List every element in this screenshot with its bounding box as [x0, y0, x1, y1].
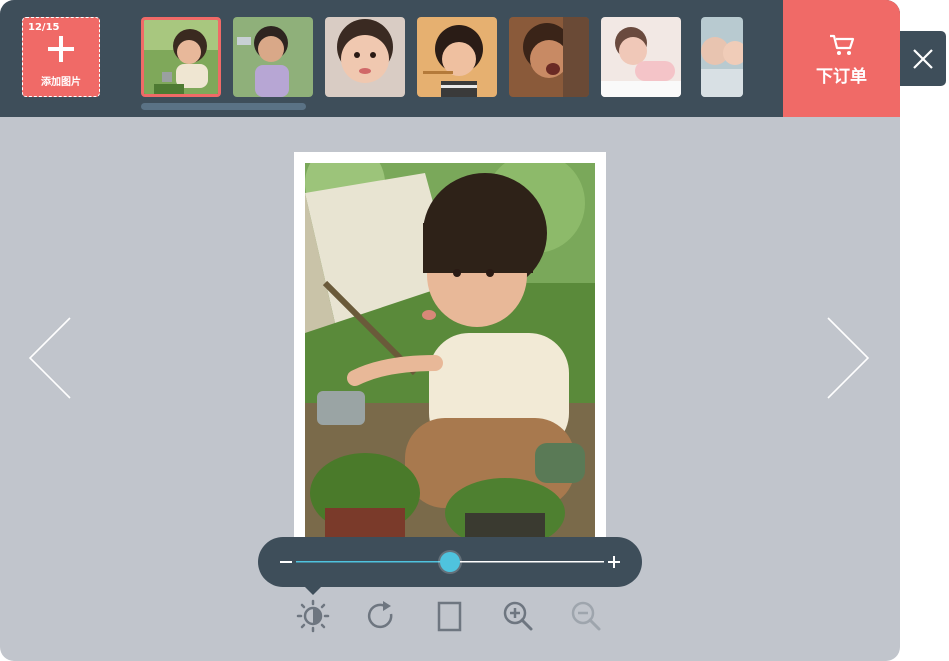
zoom-pointer	[303, 585, 323, 595]
thumbnail-1[interactable]	[141, 17, 221, 97]
zoom-slider-fill	[296, 561, 450, 563]
thumbnail-scrollbar[interactable]	[141, 103, 306, 110]
rotate-icon[interactable]	[364, 599, 398, 633]
place-order-button[interactable]: 下订单	[783, 0, 900, 117]
zoom-control	[258, 537, 642, 587]
main-photo-image	[305, 163, 595, 550]
thumbnail-image	[144, 20, 218, 94]
crop-icon[interactable]	[433, 599, 467, 633]
minus-icon[interactable]	[280, 556, 292, 568]
next-arrow-icon[interactable]	[826, 317, 870, 399]
thumbnail-2[interactable]	[233, 17, 313, 97]
thumbnail-image	[325, 17, 405, 97]
photo-print-frame	[294, 152, 606, 552]
plus-icon	[48, 36, 74, 62]
brightness-icon[interactable]	[296, 599, 330, 633]
cart-icon	[830, 34, 855, 55]
thumbnail-image	[417, 17, 497, 97]
close-icon	[913, 49, 933, 69]
close-button[interactable]	[900, 31, 946, 86]
thumbnail-7[interactable]	[701, 17, 743, 97]
thumbnail-3[interactable]	[325, 17, 405, 97]
thumbnail-image	[509, 17, 589, 97]
thumbnail-image	[601, 17, 681, 97]
zoom-slider-handle[interactable]	[440, 552, 460, 572]
zoom-out-icon[interactable]	[569, 599, 603, 633]
plus-icon[interactable]	[608, 556, 620, 568]
add-photo-button[interactable]: 12/15 添加图片	[22, 17, 100, 97]
place-order-label: 下订单	[816, 67, 867, 87]
thumbnail-6[interactable]	[601, 17, 681, 97]
thumbnail-5[interactable]	[509, 17, 589, 97]
add-photo-label: 添加图片	[41, 77, 81, 88]
top-toolbar: 12/15 添加图片 下订单	[0, 0, 900, 117]
zoom-in-icon[interactable]	[501, 599, 535, 633]
main-photo[interactable]	[305, 163, 595, 550]
thumbnail-4[interactable]	[417, 17, 497, 97]
thumbnail-image	[233, 17, 313, 97]
previous-arrow-icon[interactable]	[28, 317, 72, 399]
thumbnail-image	[701, 17, 743, 97]
photo-editor-panel: 12/15 添加图片 下订单	[0, 0, 900, 661]
